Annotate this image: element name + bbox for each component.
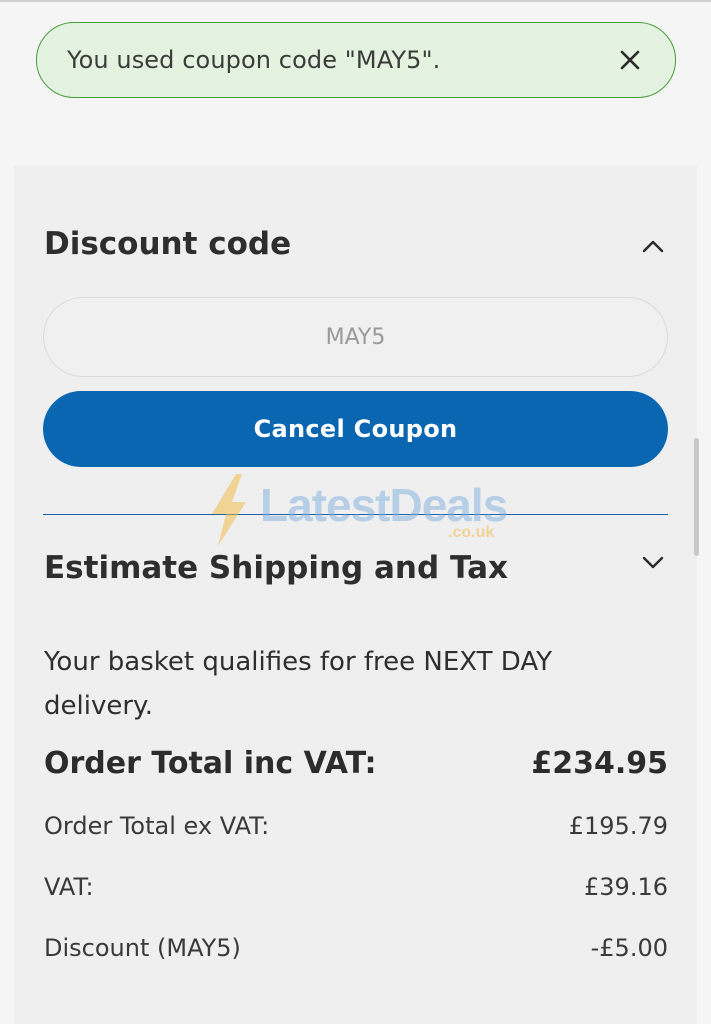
chevron-down-icon[interactable]	[640, 549, 666, 575]
discount-row: Discount (MAY5) -£5.00	[44, 934, 668, 962]
order-total-inc-row: Order Total inc VAT: £234.95	[44, 746, 668, 781]
section-divider	[43, 514, 668, 515]
discount-label: Discount (MAY5)	[44, 934, 241, 962]
vat-row: VAT: £39.16	[44, 873, 668, 901]
notice-message: You used coupon code "MAY5".	[67, 46, 441, 74]
order-total-ex-label: Order Total ex VAT:	[44, 812, 270, 840]
order-total-ex-row: Order Total ex VAT: £195.79	[44, 812, 668, 840]
scrollbar[interactable]	[694, 438, 699, 556]
close-icon[interactable]	[615, 45, 645, 75]
order-total-inc-value: £234.95	[531, 746, 668, 781]
vat-label: VAT:	[44, 873, 94, 901]
vat-value: £39.16	[584, 873, 668, 901]
chevron-up-icon[interactable]	[640, 233, 666, 259]
cancel-coupon-button[interactable]: Cancel Coupon	[43, 391, 668, 467]
free-delivery-message: Your basket qualifies for free NEXT DAY …	[44, 647, 553, 721]
order-total-inc-label: Order Total inc VAT:	[44, 746, 377, 781]
discount-code-title: Discount code	[44, 226, 292, 262]
coupon-success-notice: You used coupon code "MAY5".	[36, 22, 676, 98]
order-total-ex-value: £195.79	[568, 812, 668, 840]
estimate-shipping-title[interactable]: Estimate Shipping and Tax	[44, 550, 508, 586]
discount-code-input[interactable]	[43, 297, 668, 377]
discount-value: -£5.00	[590, 934, 668, 962]
top-border	[0, 0, 711, 2]
